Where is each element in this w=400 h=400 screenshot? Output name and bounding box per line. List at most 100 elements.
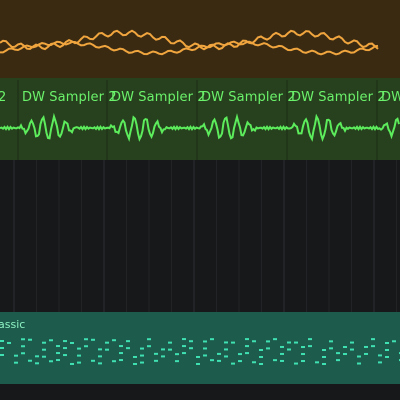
note-dash bbox=[56, 345, 60, 348]
note-dash bbox=[168, 348, 172, 351]
note-dash bbox=[112, 360, 116, 363]
note-dash bbox=[336, 352, 340, 355]
note-dash bbox=[84, 345, 88, 348]
note-dash bbox=[161, 355, 165, 358]
note-dash bbox=[7, 341, 11, 344]
note-dash bbox=[252, 340, 256, 343]
note-dash bbox=[91, 359, 95, 362]
note-dash bbox=[35, 355, 39, 358]
note-dash bbox=[63, 340, 67, 343]
note-dash bbox=[154, 359, 158, 362]
note-dash bbox=[49, 339, 53, 342]
note-dash bbox=[350, 348, 354, 351]
note-dash bbox=[322, 349, 326, 351]
note-dash bbox=[98, 355, 102, 358]
note-dash bbox=[322, 363, 326, 365]
clip-label[interactable]: DW Sampler 2 bbox=[291, 90, 386, 105]
note-dash bbox=[182, 345, 186, 348]
note-dash bbox=[245, 352, 249, 355]
note-dash bbox=[161, 348, 165, 351]
note-dash bbox=[14, 354, 18, 357]
note-dash bbox=[329, 347, 333, 350]
note-dash bbox=[371, 345, 375, 348]
note-dash bbox=[84, 338, 88, 341]
note-dash bbox=[182, 352, 186, 355]
note-dash bbox=[224, 355, 228, 358]
note-dash bbox=[266, 340, 270, 343]
arrangement-view[interactable]: 2 DW Sampler 2 DW Sampler 2 DW Sampler 2… bbox=[0, 0, 400, 400]
note-dash bbox=[105, 341, 109, 344]
note-dash bbox=[147, 338, 151, 341]
note-dash bbox=[336, 359, 340, 362]
note-dash bbox=[140, 347, 144, 350]
note-dash bbox=[259, 348, 263, 351]
note-dash bbox=[140, 361, 144, 364]
note-dash bbox=[21, 352, 25, 355]
note-dash bbox=[378, 361, 382, 364]
note-dash bbox=[98, 362, 102, 365]
note-dash bbox=[126, 347, 130, 350]
arrangement-canvas[interactable] bbox=[0, 0, 400, 400]
note-dash bbox=[287, 348, 291, 351]
note-dash bbox=[364, 352, 368, 355]
note-dash bbox=[385, 355, 389, 358]
note-dash bbox=[63, 347, 67, 350]
note-dash bbox=[42, 348, 46, 351]
note-dash bbox=[140, 354, 144, 357]
clip-label[interactable]: DW Sampler 2 bbox=[111, 90, 206, 105]
note-dash bbox=[343, 353, 347, 356]
clip-label[interactable]: DW Sampler 2 bbox=[201, 90, 296, 105]
note-dash bbox=[77, 347, 81, 350]
note-dash bbox=[98, 348, 102, 351]
teal-track-lane[interactable] bbox=[0, 312, 400, 384]
note-dash bbox=[210, 359, 214, 362]
note-dash bbox=[294, 341, 298, 344]
orange-track-lane[interactable] bbox=[0, 0, 400, 78]
note-dash bbox=[231, 341, 235, 344]
note-dash bbox=[301, 346, 305, 349]
note-dash bbox=[175, 360, 179, 363]
note-dash bbox=[364, 345, 368, 348]
note-dash bbox=[133, 362, 137, 365]
note-dash bbox=[350, 341, 354, 344]
note-dash bbox=[273, 338, 277, 341]
note-dash bbox=[154, 352, 158, 355]
note-dash bbox=[77, 354, 81, 357]
note-dash bbox=[119, 345, 123, 348]
note-dash bbox=[217, 352, 221, 355]
note-dash bbox=[280, 359, 284, 362]
empty-track-lane[interactable] bbox=[0, 160, 400, 312]
note-dash bbox=[147, 345, 151, 348]
note-dash bbox=[238, 353, 242, 356]
note-dash bbox=[343, 346, 347, 349]
note-dash bbox=[308, 338, 312, 341]
note-dash bbox=[238, 360, 242, 363]
note-dash bbox=[357, 355, 361, 358]
note-dash bbox=[0, 347, 4, 349]
clip-label[interactable]: DW bbox=[381, 90, 400, 105]
clip-label[interactable]: 2 bbox=[0, 90, 6, 105]
note-dash bbox=[56, 359, 60, 362]
note-dash bbox=[35, 362, 39, 365]
note-dash bbox=[28, 338, 32, 341]
note-dash bbox=[189, 347, 193, 350]
note-dash bbox=[63, 354, 67, 357]
note-dash bbox=[315, 361, 319, 364]
note-dash bbox=[42, 341, 46, 344]
note-dash bbox=[308, 345, 312, 348]
note-dash bbox=[217, 359, 221, 362]
clip-label[interactable]: DW Sampler 2 bbox=[22, 90, 117, 105]
note-dash bbox=[252, 361, 256, 364]
note-dash bbox=[231, 362, 235, 365]
note-dash bbox=[196, 362, 200, 365]
note-dash bbox=[49, 360, 53, 363]
note-dash bbox=[119, 352, 123, 355]
note-dash bbox=[294, 362, 298, 365]
note-dash bbox=[224, 348, 228, 351]
note-dash bbox=[203, 354, 207, 357]
note-dash bbox=[56, 352, 60, 355]
note-dash bbox=[224, 341, 228, 344]
note-dash bbox=[329, 340, 333, 343]
clip-label[interactable]: assic bbox=[0, 318, 25, 331]
note-dash bbox=[189, 340, 193, 343]
